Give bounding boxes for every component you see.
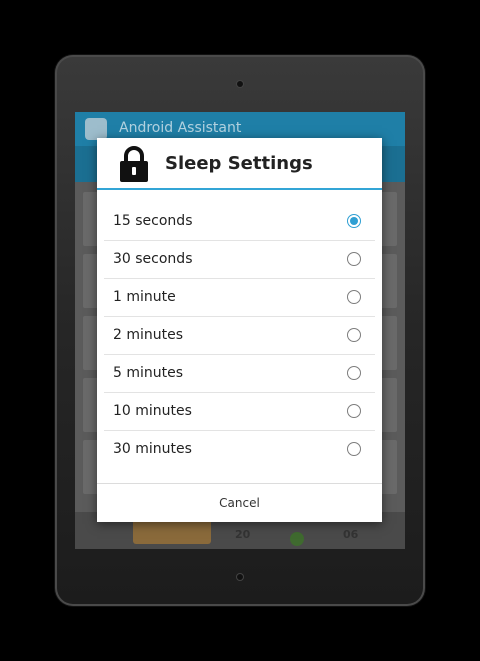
app-logo-icon bbox=[85, 118, 107, 140]
background-app-title: Android Assistant bbox=[119, 120, 242, 136]
sleep-option-label: 2 minutes bbox=[113, 327, 184, 343]
sleep-option[interactable]: 10 minutes bbox=[104, 393, 375, 431]
sleep-option-label: 30 seconds bbox=[113, 251, 193, 267]
sleep-option[interactable]: 30 minutes bbox=[104, 431, 375, 468]
sleep-option-label: 1 minute bbox=[113, 289, 176, 305]
cancel-button[interactable]: Cancel bbox=[97, 484, 382, 522]
sleep-settings-dialog: Sleep Settings 15 seconds 30 seconds 1 min… bbox=[97, 138, 382, 522]
sleep-option-label: 15 seconds bbox=[113, 213, 193, 229]
radio-button-selected[interactable] bbox=[347, 214, 361, 228]
sleep-option[interactable]: 1 minute bbox=[104, 279, 375, 317]
background-date: 20 bbox=[235, 528, 251, 541]
radio-button[interactable] bbox=[347, 328, 361, 342]
radio-button[interactable] bbox=[347, 252, 361, 266]
sleep-option-label: 5 minutes bbox=[113, 365, 184, 381]
sleep-option-label: 10 minutes bbox=[113, 403, 192, 419]
sleep-option[interactable]: 5 minutes bbox=[104, 355, 375, 393]
sleep-option[interactable]: 2 minutes bbox=[104, 317, 375, 355]
radio-button[interactable] bbox=[347, 404, 361, 418]
radio-button[interactable] bbox=[347, 290, 361, 304]
sleep-option-label: 30 minutes bbox=[113, 441, 192, 457]
radio-button[interactable] bbox=[347, 442, 361, 456]
sleep-option[interactable]: 15 seconds bbox=[104, 203, 375, 241]
dialog-header: Sleep Settings bbox=[97, 138, 382, 190]
front-camera bbox=[237, 81, 243, 87]
dialog-footer: Cancel bbox=[97, 483, 382, 522]
radio-button[interactable] bbox=[347, 366, 361, 380]
dialog-title: Sleep Settings bbox=[165, 153, 313, 174]
sleep-options-list: 15 seconds 30 seconds 1 minute 2 minutes 5 m… bbox=[97, 203, 382, 468]
lock-icon bbox=[120, 146, 148, 182]
bottom-sensor bbox=[237, 574, 243, 580]
sleep-option[interactable]: 30 seconds bbox=[104, 241, 375, 279]
background-time: 06 bbox=[343, 528, 359, 541]
background-round-icon bbox=[290, 532, 304, 546]
